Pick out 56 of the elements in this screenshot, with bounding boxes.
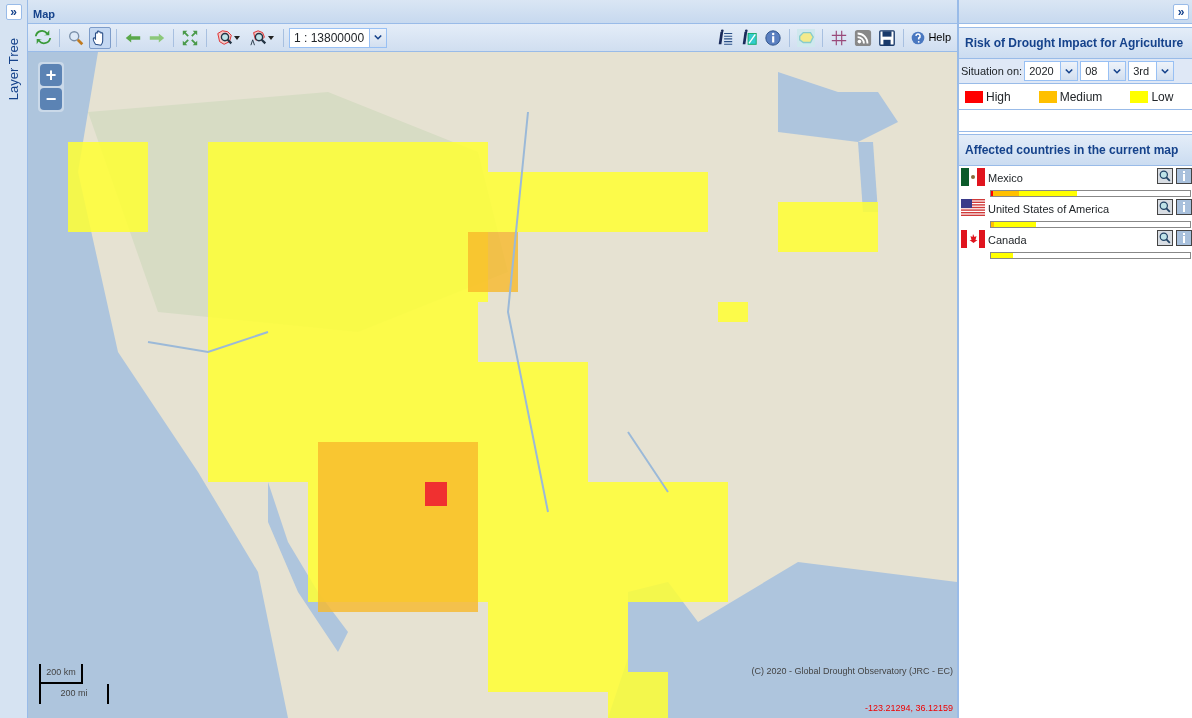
country-name: Canada	[988, 233, 1028, 248]
info-icon	[764, 28, 783, 47]
coordinates-text: -123.21294, 36.12159	[864, 701, 953, 715]
country-name: United States of America	[988, 202, 1111, 217]
date-select[interactable]: 08	[1080, 61, 1127, 81]
panel-title: Risk of Drought Impact for Agriculture	[959, 27, 1192, 59]
date-select[interactable]: 3rd	[1128, 61, 1175, 81]
grid-icon	[830, 28, 849, 47]
expand-button[interactable]: »	[5, 4, 22, 20]
rss-icon	[854, 28, 873, 47]
refresh-icon	[34, 28, 52, 47]
legend-label: Medium	[1059, 88, 1103, 106]
region-zoom-icon	[216, 28, 234, 47]
legend-label: High	[986, 88, 1011, 106]
search-icon	[1159, 232, 1171, 244]
flag-icon	[961, 199, 985, 217]
chevron-icon	[1113, 67, 1122, 75]
search-icon	[67, 28, 85, 47]
date-select[interactable]: 2020	[1024, 61, 1079, 81]
zoom-out-button[interactable]: −	[40, 88, 62, 110]
zoom-to-button[interactable]	[1157, 230, 1173, 246]
caret-icon	[268, 35, 274, 40]
caret-icon	[234, 35, 240, 40]
expand-icon	[181, 28, 199, 47]
panel-title: Layer Tree	[4, 38, 22, 101]
info-list-icon	[716, 28, 735, 47]
polygon-icon	[797, 28, 816, 47]
search-icon	[1159, 170, 1171, 182]
scale-bar-label: 200 mi	[39, 684, 109, 704]
legend-label: Low	[1151, 88, 1174, 106]
zoom-to-button[interactable]	[1157, 168, 1173, 184]
search-icon	[1159, 201, 1171, 213]
help-icon	[911, 30, 926, 45]
save-icon	[878, 28, 897, 47]
panel-title: Map	[33, 8, 55, 20]
attribution-text: (C) 2020 - Global Drought Observatory (JRC - EC)	[751, 664, 953, 678]
flag-icon	[961, 230, 985, 248]
zoom-to-button[interactable]	[1157, 199, 1173, 215]
info-edit-icon	[740, 28, 759, 47]
chevron-icon	[1161, 67, 1170, 75]
info-button[interactable]	[1176, 199, 1192, 215]
info-button[interactable]	[1176, 230, 1192, 246]
zoom-in-button[interactable]: +	[40, 64, 62, 86]
country-name: Mexico	[988, 171, 1024, 186]
label-zoom-icon	[250, 28, 268, 47]
hand-button[interactable]	[89, 26, 111, 49]
scale-select[interactable]: 1 : 13800000	[289, 27, 387, 48]
info-button[interactable]	[1176, 168, 1192, 184]
chevron-icon	[1065, 67, 1074, 75]
expand-button[interactable]: »	[1173, 3, 1189, 20]
flag-icon	[961, 168, 985, 186]
situation-label: Situation on:	[961, 63, 1023, 79]
help-button[interactable]: Help	[909, 29, 953, 46]
scale-bar-label: 200 km	[39, 664, 83, 684]
chevron-icon	[374, 34, 382, 41]
section-title: Affected countries in the current map	[959, 134, 1192, 166]
